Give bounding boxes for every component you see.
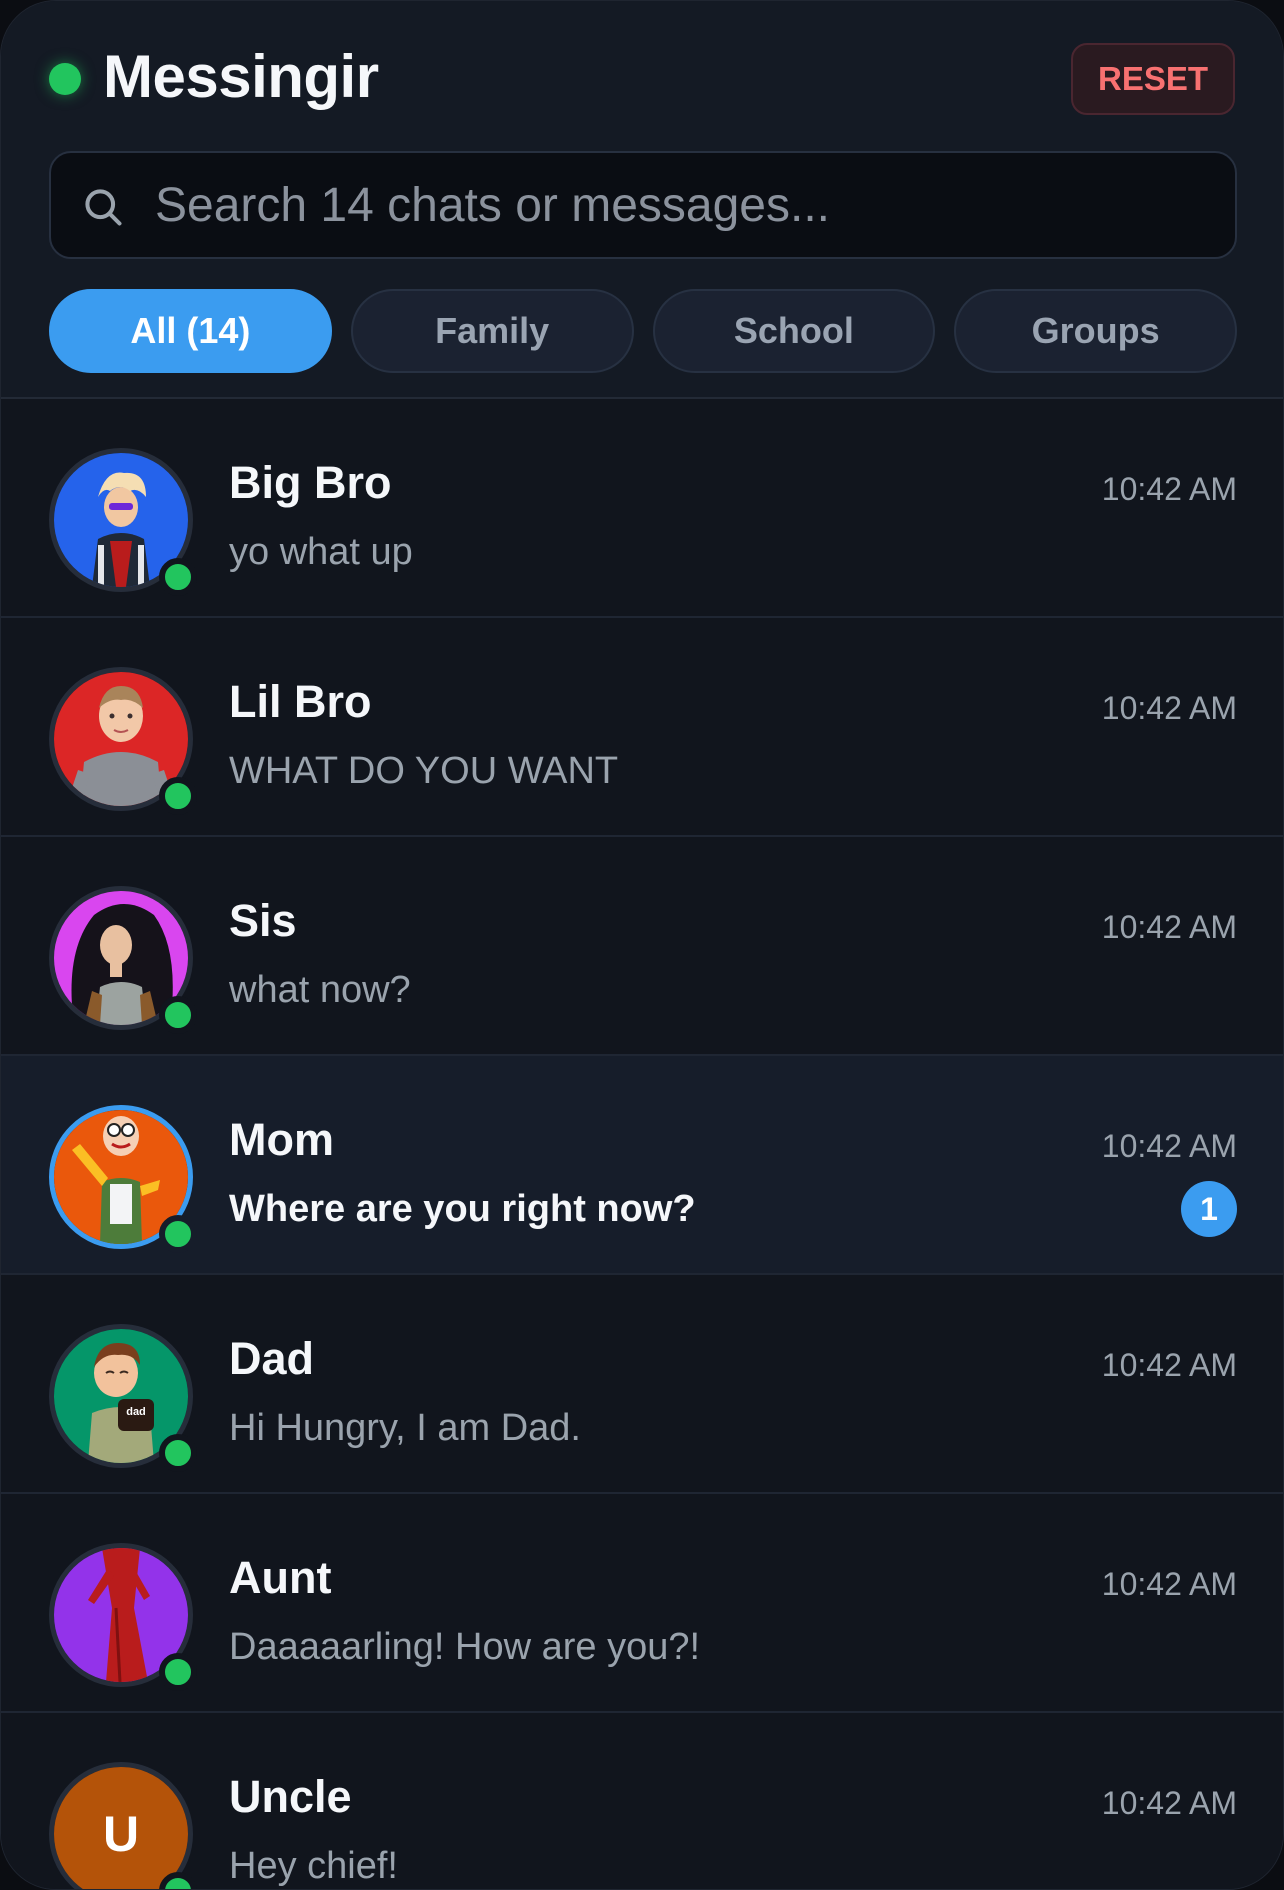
chat-name: Aunt [229, 1552, 332, 1603]
online-indicator-icon [159, 1434, 197, 1472]
chat-time: 10:42 AM [1101, 1785, 1237, 1821]
search-input[interactable] [155, 153, 1215, 257]
search-icon [85, 189, 122, 226]
online-status-icon [49, 63, 81, 95]
chat-time: 10:42 AM [1101, 1347, 1237, 1383]
chat-row-lil-bro[interactable]: Lil Bro 10:42 AM WHAT DO YOU WANT [1, 618, 1283, 837]
chat-preview: Daaaaarling! How are you?! [229, 1626, 701, 1668]
chat-preview: WHAT DO YOU WANT [229, 750, 619, 792]
chat-time: 10:42 AM [1101, 690, 1237, 726]
online-indicator-icon [159, 1215, 197, 1253]
tab-family[interactable]: Family [350, 289, 634, 373]
online-indicator-icon [159, 777, 197, 815]
chat-name: Uncle [229, 1771, 352, 1822]
tab-groups[interactable]: Groups [954, 289, 1237, 373]
avatar: dad [49, 1324, 197, 1472]
chat-preview: Where are you right now? [229, 1188, 696, 1230]
app-window: Messingir RESET All (14) Family School G… [0, 0, 1284, 1890]
avatar [49, 1105, 197, 1253]
online-indicator-icon [159, 996, 197, 1034]
chat-preview: yo what up [229, 531, 413, 573]
chat-row-sis[interactable]: Sis 10:42 AM what now? [1, 837, 1283, 1056]
avatar [49, 1543, 197, 1691]
chat-time: 10:42 AM [1101, 471, 1237, 507]
chat-preview: what now? [229, 969, 411, 1011]
tab-all[interactable]: All (14) [49, 289, 332, 373]
chat-preview: Hey chief! [229, 1845, 398, 1887]
chat-name: Lil Bro [229, 676, 372, 727]
filter-tabs: All (14) Family School Groups [49, 289, 1237, 373]
chat-row-aunt[interactable]: Aunt 10:42 AM Daaaaarling! How are you?! [1, 1494, 1283, 1713]
reset-button[interactable]: RESET [1071, 43, 1235, 115]
chat-preview: Hi Hungry, I am Dad. [229, 1407, 581, 1449]
online-indicator-icon [159, 1653, 197, 1691]
avatar-initial: U [54, 1767, 188, 1889]
chat-name: Big Bro [229, 457, 392, 508]
search-bar[interactable] [49, 151, 1237, 259]
avatar [49, 667, 197, 815]
chat-row-big-bro[interactable]: Big Bro 10:42 AM yo what up [1, 399, 1283, 618]
chat-name: Sis [229, 895, 297, 946]
avatar [49, 886, 197, 1034]
app-title: Messingir [103, 43, 379, 110]
avatar: U [49, 1762, 197, 1889]
header: Messingir RESET All (14) Family School G… [1, 1, 1283, 399]
chat-time: 10:42 AM [1101, 1128, 1237, 1164]
chat-time: 10:42 AM [1101, 909, 1237, 945]
avatar [49, 448, 197, 596]
online-indicator-icon [159, 558, 197, 596]
chat-name: Mom [229, 1114, 334, 1165]
unread-count-badge: 1 [1181, 1181, 1237, 1237]
chat-time: 10:42 AM [1101, 1566, 1237, 1602]
chat-row-mom[interactable]: Mom 10:42 AM Where are you right now? 1 [1, 1056, 1283, 1275]
chat-row-uncle[interactable]: U Uncle 10:42 AM Hey chief! [1, 1713, 1283, 1889]
chat-list: Big Bro 10:42 AM yo what up Lil Bro 10:4… [1, 399, 1283, 1889]
chat-row-dad[interactable]: dad Dad 10:42 AM Hi Hungry, I am Dad. [1, 1275, 1283, 1494]
tab-school[interactable]: School [652, 289, 936, 373]
svg-text:dad: dad [126, 1406, 146, 1418]
chat-name: Dad [229, 1333, 315, 1384]
